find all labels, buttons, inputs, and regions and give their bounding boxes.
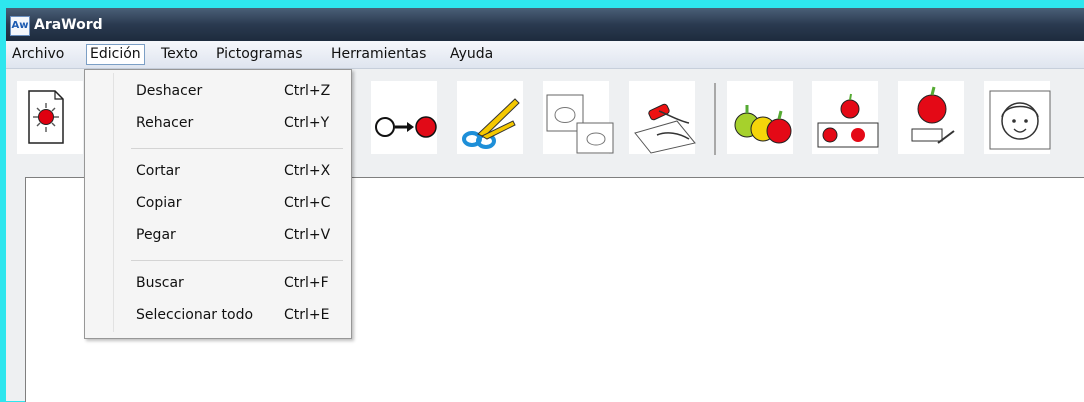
apple-write-button[interactable] xyxy=(897,80,965,155)
menu-item-label: Copiar xyxy=(136,195,182,211)
menu-item-label: Rehacer xyxy=(136,115,194,131)
title-bar[interactable]: Aw AraWord xyxy=(6,8,1084,41)
face-icon xyxy=(989,90,1051,150)
menu-item-shortcut: Ctrl+E xyxy=(284,307,330,323)
apples-group-icon xyxy=(734,105,792,144)
window-title: AraWord xyxy=(34,17,103,33)
move-arrow-icon xyxy=(375,116,437,138)
menu-item-shortcut: Ctrl+C xyxy=(284,195,331,211)
menu-item-pegar[interactable]: Pegar Ctrl+V xyxy=(85,221,351,249)
menu-item-shortcut: Ctrl+Y xyxy=(284,115,330,131)
apple-write-icon xyxy=(911,86,955,144)
move-arrow-button[interactable] xyxy=(370,80,438,155)
scissors-icon xyxy=(462,98,520,149)
glue-paste-icon xyxy=(634,103,696,154)
face-button[interactable] xyxy=(983,80,1051,155)
pictogram-select-icon xyxy=(817,93,879,148)
cut-button[interactable] xyxy=(456,80,524,155)
menu-item-shortcut: Ctrl+F xyxy=(284,275,329,291)
menu-item-seleccionar-todo[interactable]: Seleccionar todo Ctrl+E xyxy=(85,301,351,329)
menu-archivo[interactable]: Archivo xyxy=(9,45,67,64)
menu-item-deshacer[interactable]: Deshacer Ctrl+Z xyxy=(85,77,351,105)
apples-button[interactable] xyxy=(726,80,794,155)
menu-herramientas[interactable]: Herramientas xyxy=(328,45,429,64)
menu-item-rehacer[interactable]: Rehacer Ctrl+Y xyxy=(85,109,351,137)
menu-edicion[interactable]: Edición xyxy=(86,44,145,65)
app-icon: Aw xyxy=(10,16,30,36)
menu-item-label: Deshacer xyxy=(136,83,203,99)
menu-item-buscar[interactable]: Buscar Ctrl+F xyxy=(85,269,351,297)
menu-separator xyxy=(131,148,343,149)
menu-separator xyxy=(131,260,343,261)
menu-item-label: Buscar xyxy=(136,275,184,291)
menu-ayuda[interactable]: Ayuda xyxy=(447,45,496,64)
copy-button[interactable] xyxy=(542,80,614,155)
new-document-button[interactable] xyxy=(16,80,84,155)
menu-item-label: Seleccionar todo xyxy=(136,307,254,323)
menu-texto[interactable]: Texto xyxy=(158,45,201,64)
menu-item-label: Cortar xyxy=(136,163,180,179)
new-document-icon xyxy=(28,90,64,144)
menu-item-shortcut: Ctrl+V xyxy=(284,227,331,243)
menu-item-cortar[interactable]: Cortar Ctrl+X xyxy=(85,157,351,185)
menu-bar: Archivo Edición Texto Pictogramas Herram… xyxy=(6,41,1084,69)
menu-item-copiar[interactable]: Copiar Ctrl+C xyxy=(85,189,351,217)
toolbar-separator xyxy=(714,83,716,155)
menu-item-shortcut: Ctrl+Z xyxy=(284,83,331,99)
edicion-dropdown: Deshacer Ctrl+Z Rehacer Ctrl+Y Cortar Ct… xyxy=(84,69,352,339)
menu-item-shortcut: Ctrl+X xyxy=(284,163,331,179)
menu-item-label: Pegar xyxy=(136,227,176,243)
copy-pictogram-icon xyxy=(546,94,614,154)
paste-button[interactable] xyxy=(628,80,696,155)
menu-pictogramas[interactable]: Pictogramas xyxy=(213,45,306,64)
pictogram-select-button[interactable] xyxy=(811,80,879,155)
